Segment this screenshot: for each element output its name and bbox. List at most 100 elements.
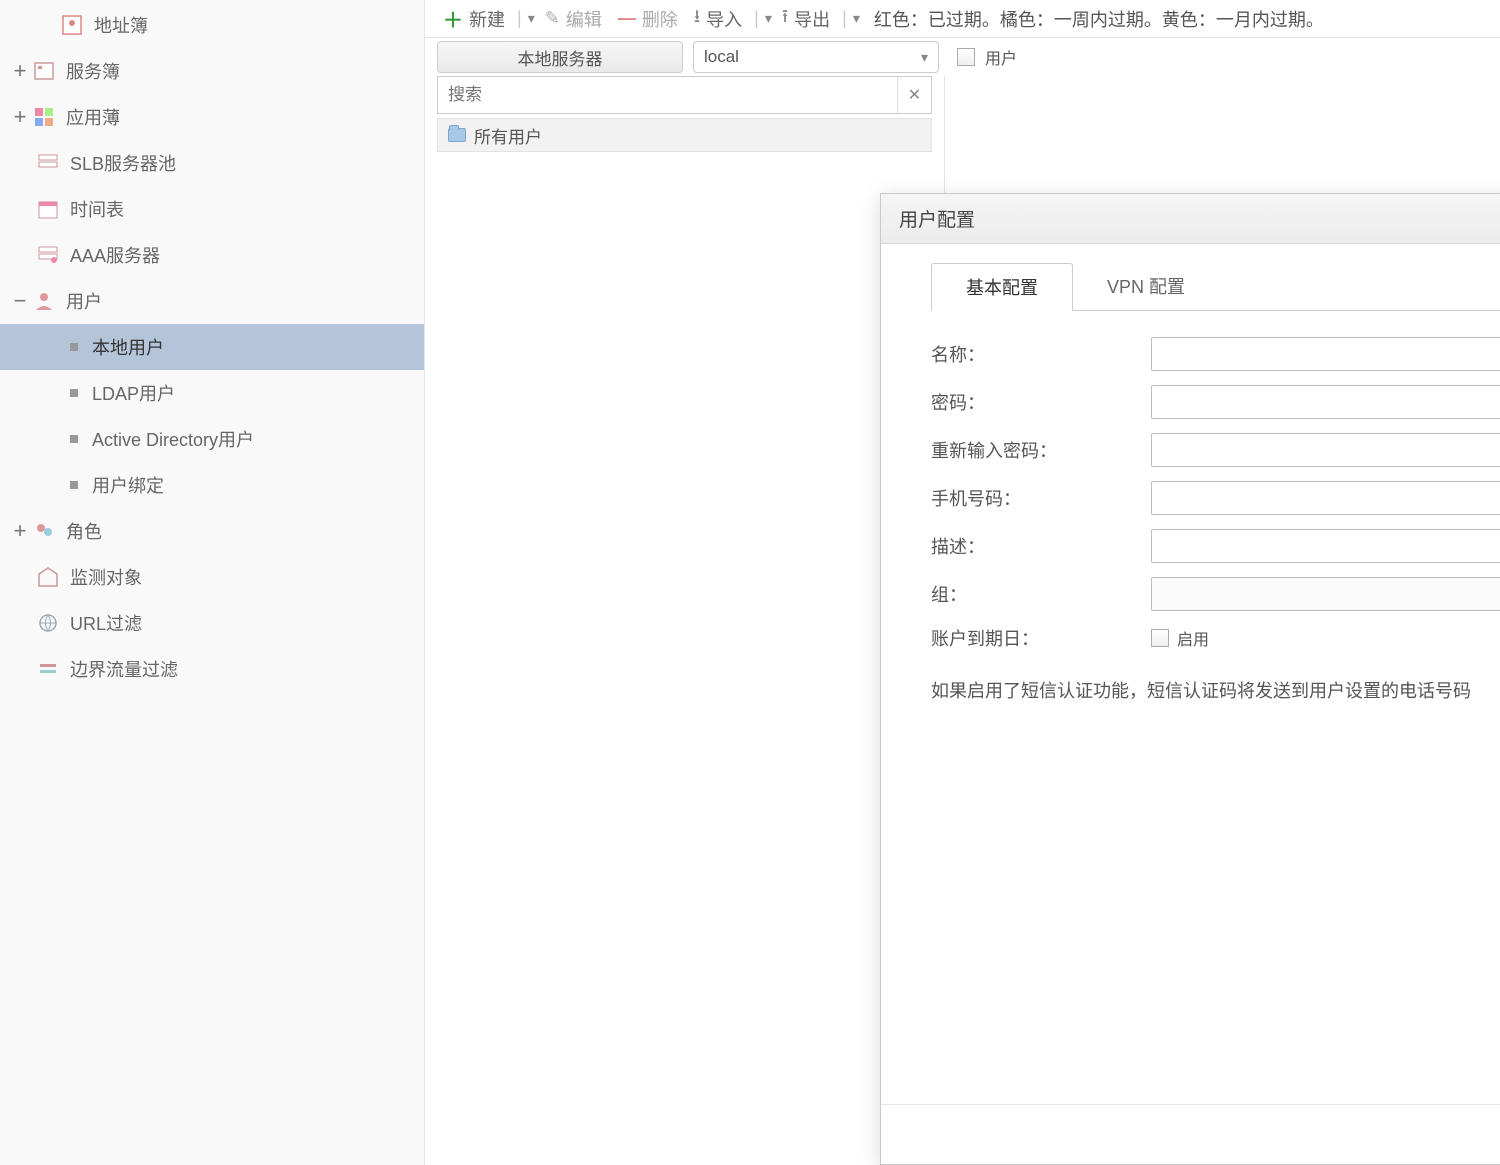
- enable-expire-checkbox[interactable]: [1151, 629, 1169, 647]
- nav-slb-pool[interactable]: SLB服务器池: [0, 140, 424, 186]
- pencil-icon: ✎: [545, 8, 560, 29]
- row-group: 组： 选择: [931, 577, 1500, 611]
- separator: |: [752, 8, 761, 29]
- chevron-down-icon[interactable]: ▾: [528, 10, 535, 27]
- clear-search-icon[interactable]: ✕: [897, 77, 931, 113]
- new-button[interactable]: ＋新建: [437, 4, 511, 33]
- group-input[interactable]: [1151, 577, 1500, 611]
- user-col-label: 用户: [985, 45, 1017, 69]
- separator: |: [840, 8, 849, 29]
- nav-schedule[interactable]: 时间表: [0, 186, 424, 232]
- nav-roles[interactable]: + 角色: [0, 508, 424, 554]
- tree-root[interactable]: 所有用户: [437, 118, 932, 152]
- mobile-label: 手机号码：: [931, 485, 1151, 511]
- chevron-down-icon[interactable]: ▾: [765, 10, 772, 27]
- nav-users[interactable]: − 用户: [0, 278, 424, 324]
- name-input[interactable]: [1151, 337, 1500, 371]
- local-server-tab[interactable]: 本地服务器: [437, 41, 683, 73]
- sidebar: + 地址簿 + 服务簿 + 应用薄 SLB服务器池 时间表 AAA服务器 −: [0, 0, 425, 1165]
- row-expire: 账户到期日： 启用: [931, 625, 1500, 651]
- repassword-input[interactable]: [1151, 433, 1500, 467]
- server-pool-icon: [36, 151, 60, 175]
- separator: |: [515, 8, 524, 29]
- group-label: 组：: [931, 581, 1151, 607]
- nav-service-book[interactable]: + 服务簿: [0, 48, 424, 94]
- row-mobile: 手机号码： (6-15) 字符: [931, 481, 1500, 515]
- nav-url-filter[interactable]: URL过滤: [0, 600, 424, 646]
- delete-button[interactable]: — 删除: [612, 6, 684, 32]
- user-column-header: 用户: [949, 45, 1017, 69]
- main-area: ＋新建 |▾ ✎编辑 —删除 ⭳导入 |▾ ⭱导出 |▾ 红色：已过期。橘色：一…: [425, 0, 1500, 1165]
- tab-basic[interactable]: 基本配置: [931, 263, 1073, 311]
- nav-address-book[interactable]: + 地址簿: [0, 2, 424, 48]
- nav-ldap-users[interactable]: LDAP用户: [0, 370, 424, 416]
- traffic-filter-icon: [36, 657, 60, 681]
- chevron-down-icon[interactable]: ▾: [853, 10, 860, 27]
- nav-aaa-server[interactable]: AAA服务器: [0, 232, 424, 278]
- export-button[interactable]: ⭱导出: [776, 4, 836, 34]
- dialog-title: 用户配置: [899, 205, 975, 232]
- nav-label: AAA服务器: [70, 242, 160, 268]
- minus-icon: —: [618, 8, 636, 29]
- plus-icon: ＋: [443, 4, 463, 33]
- nav-label: 用户: [66, 288, 102, 314]
- download-icon: ⭳: [694, 4, 700, 34]
- address-book-icon: [60, 13, 84, 37]
- nav-label: URL过滤: [70, 610, 142, 636]
- desc-input[interactable]: [1151, 529, 1500, 563]
- search-bar: ✕: [437, 76, 932, 114]
- sms-note: 如果启用了短信认证功能，短信认证码将发送到用户设置的电话号码: [931, 677, 1500, 703]
- repassword-label: 重新输入密码：: [931, 437, 1151, 463]
- folder-icon: [448, 128, 466, 142]
- bullet-icon: [70, 389, 78, 397]
- dialog-title-bar: 用户配置 ✕: [881, 194, 1500, 244]
- server-bar: 本地服务器 local▾ 用户: [425, 38, 1500, 76]
- new-label: 新建: [469, 6, 505, 32]
- nav-monitor-object[interactable]: 监测对象: [0, 554, 424, 600]
- delete-label: 删除: [642, 6, 678, 32]
- server-combo[interactable]: local▾: [693, 41, 939, 73]
- tree-root-label: 所有用户: [474, 123, 542, 148]
- calendar-icon: [36, 197, 60, 221]
- nav-label: 本地用户: [92, 334, 164, 360]
- tab-vpn[interactable]: VPN 配置: [1073, 263, 1219, 311]
- nav-user-binding[interactable]: 用户绑定: [0, 462, 424, 508]
- nav-label: Active Directory用户: [92, 426, 254, 452]
- nav-app-book[interactable]: + 应用薄: [0, 94, 424, 140]
- import-button[interactable]: ⭳导入: [688, 4, 748, 34]
- row-name: 名称： (1-63) 字符: [931, 337, 1500, 371]
- nav-label: 用户绑定: [92, 472, 164, 498]
- nav-label: 边界流量过滤: [70, 656, 178, 682]
- name-label: 名称：: [931, 341, 1151, 367]
- dialog-tabs: 基本配置 VPN 配置: [931, 262, 1500, 311]
- nav-label: 服务簿: [66, 58, 120, 84]
- expander-icon[interactable]: +: [8, 60, 32, 82]
- enable-label: 启用: [1177, 626, 1209, 650]
- nav-local-users[interactable]: 本地用户: [0, 324, 424, 370]
- import-label: 导入: [706, 6, 742, 32]
- password-input[interactable]: [1151, 385, 1500, 419]
- edit-label: 编辑: [566, 6, 602, 32]
- export-label: 导出: [794, 6, 830, 32]
- row-repassword: 重新输入密码：: [931, 433, 1500, 467]
- row-password: 密码： (1-31) 字符: [931, 385, 1500, 419]
- select-all-checkbox[interactable]: [957, 48, 975, 66]
- expander-icon[interactable]: +: [8, 520, 32, 542]
- expander-icon[interactable]: +: [8, 106, 32, 128]
- mobile-input[interactable]: [1151, 481, 1500, 515]
- password-label: 密码：: [931, 389, 1151, 415]
- monitor-icon: [36, 565, 60, 589]
- nav-edge-traffic-filter[interactable]: 边界流量过滤: [0, 646, 424, 692]
- expire-label: 账户到期日：: [931, 625, 1151, 651]
- chevron-down-icon: ▾: [921, 49, 928, 66]
- legend-text: 红色：已过期。橘色：一周内过期。黄色：一月内过期。: [864, 6, 1324, 32]
- nav-label: 地址簿: [94, 12, 148, 38]
- dialog-body: 基本配置 VPN 配置 名称： (1-63) 字符 密码： (1-31) 字符 …: [881, 244, 1500, 1104]
- user-icon: [32, 289, 56, 313]
- toolbar: ＋新建 |▾ ✎编辑 —删除 ⭳导入 |▾ ⭱导出 |▾ 红色：已过期。橘色：一…: [425, 0, 1500, 38]
- edit-button[interactable]: ✎ 编辑: [539, 6, 608, 32]
- search-input[interactable]: [438, 85, 897, 105]
- nav-ad-users[interactable]: Active Directory用户: [0, 416, 424, 462]
- bullet-icon: [70, 435, 78, 443]
- expander-icon[interactable]: −: [8, 290, 32, 312]
